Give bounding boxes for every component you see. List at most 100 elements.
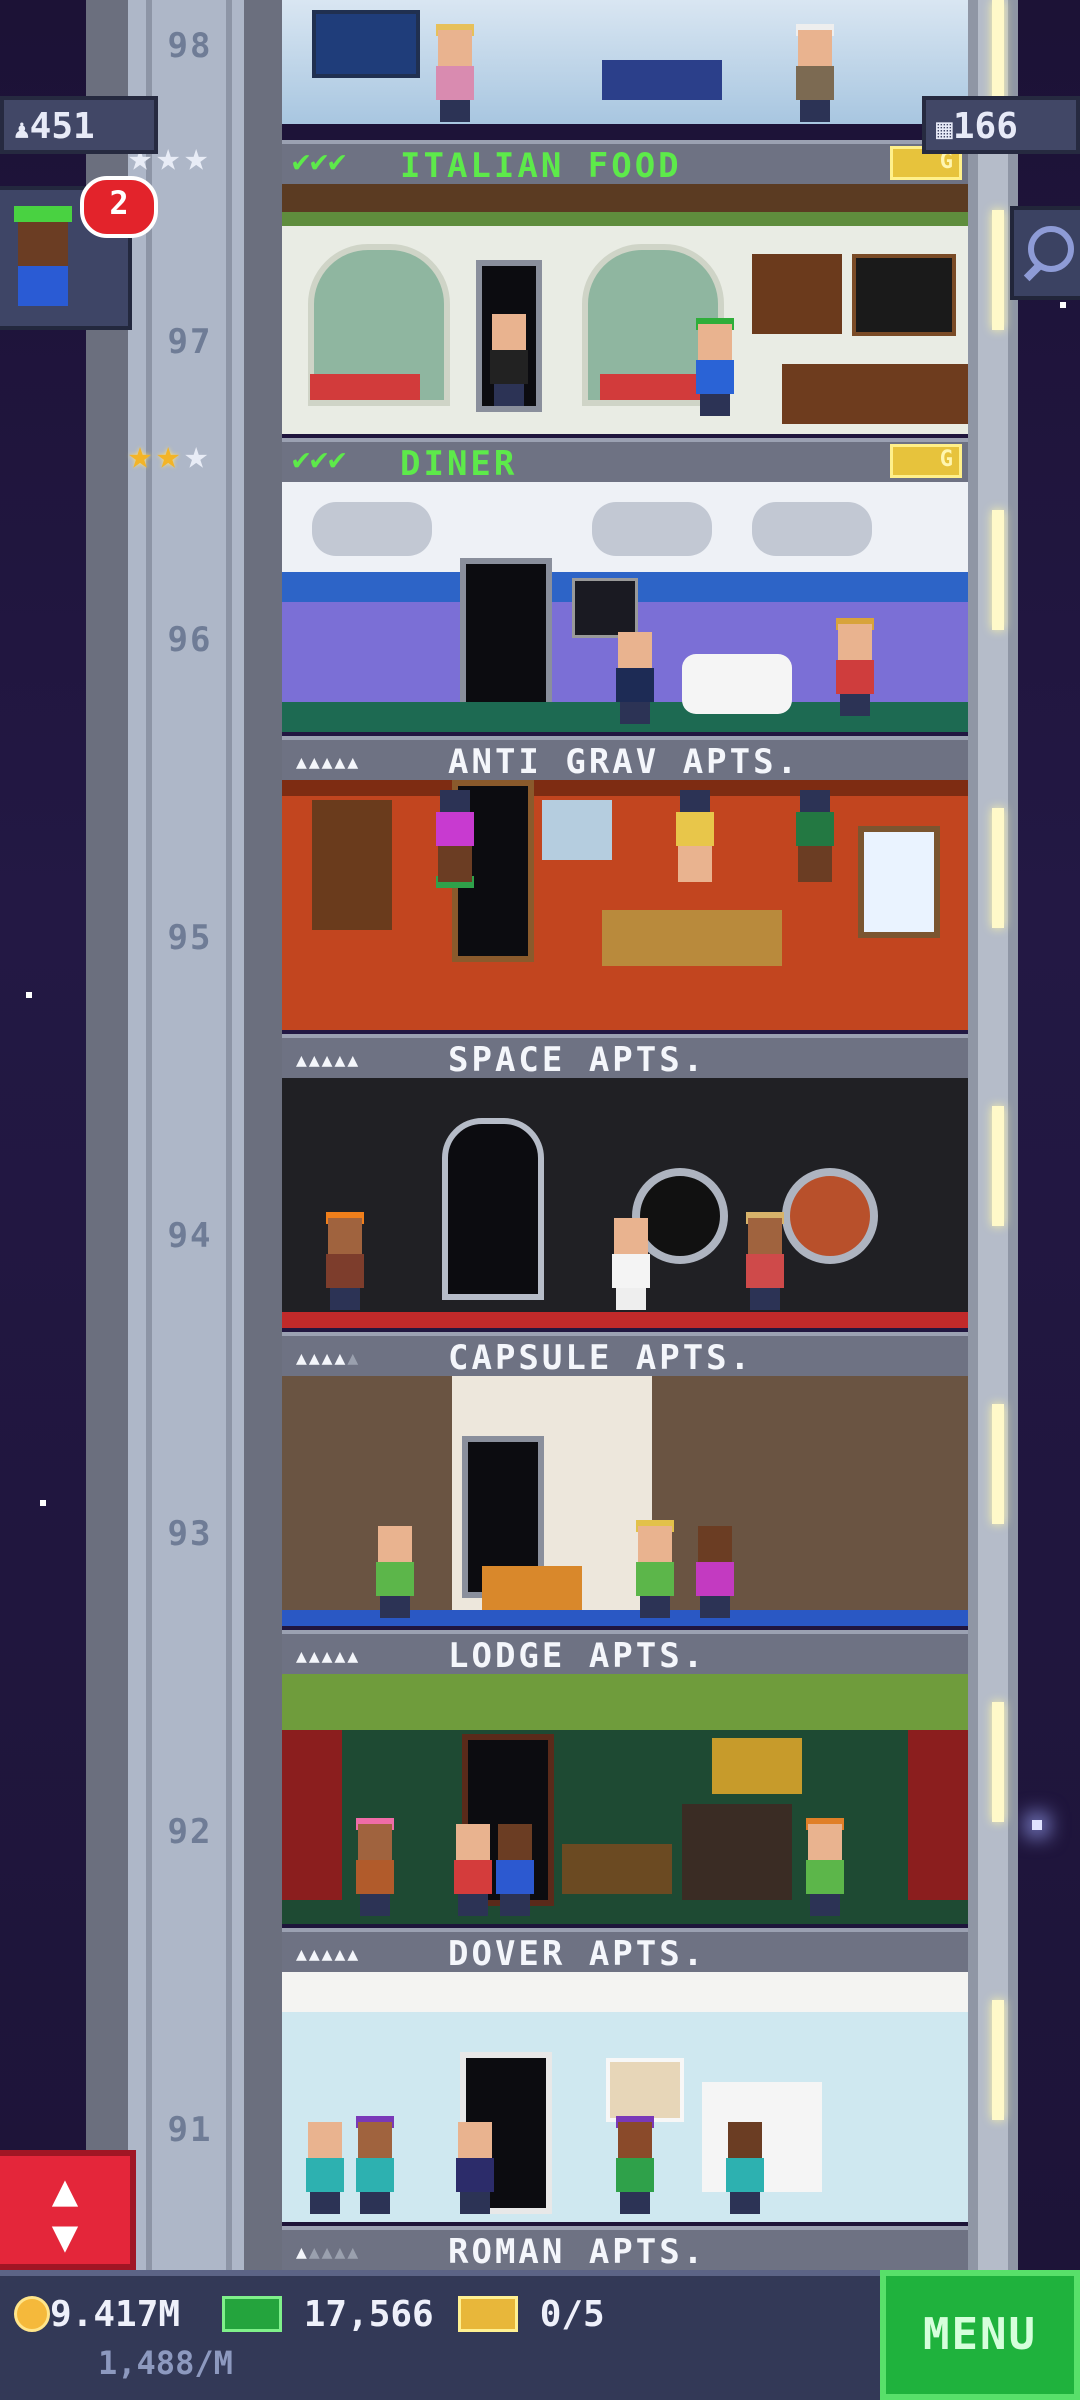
floor-94-sign[interactable]: ▲▲▲▲▲ CAPSULE APTS. bbox=[282, 1332, 968, 1380]
floor-97-sign[interactable]: ✔✔✔ DINER G bbox=[282, 438, 968, 486]
coins-display[interactable]: 9.417M bbox=[14, 2294, 180, 2335]
tiger[interactable] bbox=[482, 1566, 582, 1610]
floor-92-room[interactable] bbox=[282, 1674, 968, 1924]
floor-93-room[interactable] bbox=[282, 1376, 968, 1626]
polar-bear[interactable] bbox=[682, 654, 792, 714]
curtain bbox=[908, 1730, 968, 1900]
person[interactable] bbox=[432, 24, 478, 122]
floor-95-room[interactable] bbox=[282, 780, 968, 1030]
person-icon: ♟ bbox=[14, 115, 30, 145]
floor-number: 98 bbox=[167, 26, 213, 66]
floor-98-sign[interactable]: ✔✔✔ ITALIAN FOOD G bbox=[282, 140, 968, 188]
floor-number: 92 bbox=[167, 1812, 213, 1852]
resident[interactable] bbox=[302, 2122, 348, 2214]
building-icon: ▦ bbox=[936, 112, 953, 145]
chef-worker[interactable] bbox=[692, 318, 738, 416]
floor-number: 93 bbox=[167, 1514, 213, 1554]
occupancy-icons: ▲▲▲▲▲ bbox=[296, 752, 361, 773]
floating-person[interactable] bbox=[672, 790, 718, 882]
worker[interactable] bbox=[322, 1212, 368, 1310]
resident[interactable] bbox=[608, 1218, 654, 1310]
floor-name: ROMAN APTS. bbox=[448, 2232, 707, 2272]
resident[interactable] bbox=[692, 1526, 738, 1618]
occupancy-icons: ▲▲▲▲▲ bbox=[296, 2242, 361, 2263]
customer[interactable] bbox=[612, 632, 658, 724]
resident[interactable] bbox=[802, 1818, 848, 1916]
resident[interactable] bbox=[742, 1212, 788, 1310]
ceiling bbox=[282, 1972, 968, 2012]
floor-91-room[interactable] bbox=[282, 1972, 968, 2222]
floating-bed bbox=[542, 800, 612, 860]
floor-name: ITALIAN FOOD bbox=[400, 146, 682, 186]
coin-rate: 1,488/M bbox=[98, 2344, 233, 2382]
porthole-light bbox=[752, 502, 872, 556]
search-button[interactable] bbox=[1010, 206, 1080, 300]
bux-display[interactable]: 17,566 bbox=[222, 2294, 434, 2335]
resident[interactable] bbox=[452, 2122, 498, 2214]
checkered-table bbox=[310, 374, 420, 400]
avatar-hair bbox=[14, 206, 72, 222]
check-icons: ✔✔✔ bbox=[292, 442, 347, 477]
floor-92-sign[interactable]: ▲▲▲▲▲ DOVER APTS. bbox=[282, 1928, 968, 1976]
bux-icon bbox=[222, 2296, 282, 2332]
storage-shelves bbox=[282, 1376, 452, 1610]
resident[interactable] bbox=[632, 1520, 678, 1618]
floor-91-sign[interactable]: ▲▲▲▲▲ ROMAN APTS. bbox=[282, 2226, 968, 2274]
floor-95-sign[interactable]: ▲▲▲▲▲ SPACE APTS. bbox=[282, 1034, 968, 1082]
wall-light bbox=[992, 210, 1004, 330]
floor-94-room[interactable] bbox=[282, 1078, 968, 1328]
floors-counter[interactable]: ▦166 bbox=[922, 96, 1080, 154]
resident[interactable] bbox=[492, 1824, 538, 1916]
menu-board bbox=[572, 578, 638, 638]
floor-number: 97 bbox=[167, 322, 213, 362]
wine-rack bbox=[752, 254, 842, 334]
floor-number: 94 bbox=[167, 1216, 213, 1256]
porthole-light bbox=[312, 502, 432, 556]
resident[interactable] bbox=[352, 2116, 398, 2214]
menu-button[interactable]: MENU bbox=[880, 2270, 1080, 2400]
star-decoration bbox=[1060, 302, 1066, 308]
floating-person[interactable] bbox=[432, 790, 478, 888]
bookshelf bbox=[312, 800, 392, 930]
tickets-value: 0/5 bbox=[539, 2294, 605, 2335]
star-decoration bbox=[26, 992, 32, 998]
person[interactable] bbox=[792, 24, 838, 122]
population-value: 451 bbox=[29, 106, 95, 147]
floor-name: DOVER APTS. bbox=[448, 1934, 707, 1974]
floor-93-sign[interactable]: ▲▲▲▲▲ LODGE APTS. bbox=[282, 1630, 968, 1678]
monitor bbox=[312, 10, 420, 78]
chalkboard-menu bbox=[852, 254, 956, 336]
resident[interactable] bbox=[372, 1526, 418, 1618]
framed-picture bbox=[606, 2058, 684, 2122]
customer[interactable] bbox=[486, 314, 532, 406]
avatar-body bbox=[18, 266, 68, 306]
floor-name: DINER bbox=[400, 444, 518, 484]
population-counter[interactable]: ♟451 bbox=[0, 96, 158, 154]
floor-96-sign[interactable]: ▲▲▲▲▲ ANTI GRAV APTS. bbox=[282, 736, 968, 784]
coins-value: 9.417M bbox=[50, 2294, 181, 2335]
ceiling-beam bbox=[282, 184, 968, 212]
floating-person[interactable] bbox=[792, 790, 838, 882]
red-floor bbox=[282, 1312, 968, 1328]
wall-light bbox=[992, 808, 1004, 928]
floor-name: LODGE APTS. bbox=[448, 1636, 707, 1676]
elevator-button[interactable]: ▲ ▼ bbox=[0, 2150, 136, 2270]
vine-garland bbox=[282, 212, 968, 226]
search-icon-handle bbox=[1023, 262, 1043, 282]
floor-97-room[interactable] bbox=[282, 184, 968, 434]
floor-98-room[interactable] bbox=[282, 0, 968, 124]
resident[interactable] bbox=[612, 2116, 658, 2214]
sofa bbox=[602, 60, 722, 100]
resident[interactable] bbox=[722, 2122, 768, 2214]
resident[interactable] bbox=[352, 1818, 398, 1916]
resident[interactable] bbox=[450, 1824, 496, 1916]
customer[interactable] bbox=[832, 618, 878, 716]
ticket-icon bbox=[458, 2296, 518, 2332]
porthole-mars bbox=[782, 1168, 878, 1264]
floor-number: 96 bbox=[167, 620, 213, 660]
tickets-display[interactable]: 0/5 bbox=[458, 2294, 605, 2335]
window bbox=[858, 826, 940, 938]
floor-96-room[interactable] bbox=[282, 482, 968, 732]
floor-number: 91 bbox=[167, 2110, 213, 2150]
ceiling-trim bbox=[282, 780, 968, 796]
